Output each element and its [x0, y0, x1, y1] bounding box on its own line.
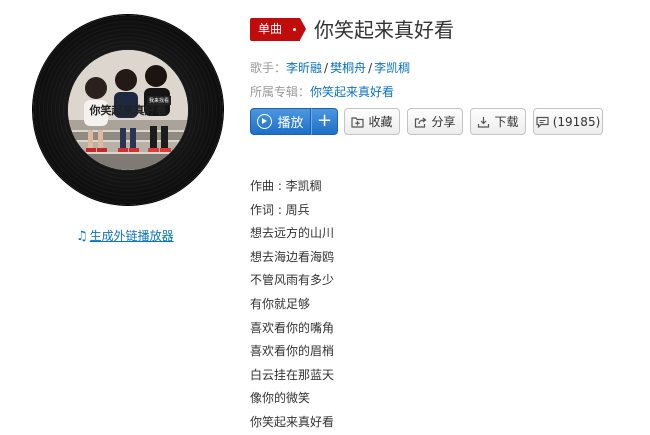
download-label: 下载	[494, 115, 519, 129]
add-to-playlist-button[interactable]: +	[311, 108, 338, 135]
comment-button[interactable]: (19185)	[533, 108, 603, 135]
player-link-label: 生成外链播放器	[89, 229, 174, 243]
lyric-line: 想去海边看海鸥	[250, 249, 335, 264]
cover-title: 你笑起来真好看	[89, 104, 167, 117]
collect-button[interactable]: 收藏	[344, 108, 400, 135]
badge-dot	[293, 28, 296, 31]
lyric-line: 喜欢看你的眉梢	[250, 344, 335, 359]
lyric-line: 有你就足够	[250, 296, 311, 311]
play-label: 播放	[277, 116, 304, 131]
music-note-icon: ♫	[76, 229, 88, 244]
comment-icon	[536, 116, 549, 128]
album-row: 所属专辑：你笑起来真好看	[250, 83, 394, 100]
download-button[interactable]: 下载	[470, 108, 526, 135]
share-icon	[415, 117, 427, 128]
single-badge: 单曲	[250, 18, 306, 41]
collect-label: 收藏	[368, 115, 393, 129]
singer-link-3[interactable]: 李凯稠	[374, 61, 410, 75]
generate-player-link[interactable]: ♫ 生成外链播放器	[76, 227, 174, 244]
singer-label: 歌手：	[250, 61, 287, 75]
comment-count: (19185)	[552, 114, 601, 129]
lyric-line: 作词 : 周兵	[250, 202, 310, 217]
lyric-line: 想去远方的山川	[250, 226, 335, 241]
lyrics-list: 作曲 : 李凯稠 作词 : 周兵 想去远方的山川 想去海边看海鸥 不管风雨有多少…	[250, 175, 334, 435]
share-label: 分享	[431, 115, 456, 129]
play-icon	[257, 114, 273, 129]
single-badge-label: 单曲	[258, 22, 283, 36]
singer-link-1[interactable]: 李昕融	[286, 61, 322, 75]
lyric-line: 像你的微笑	[250, 391, 311, 406]
singer-separator: /	[324, 61, 329, 75]
album-cover: 我来找看 你笑起来真好看	[68, 50, 188, 170]
singer-link-2[interactable]: 樊桐舟	[330, 61, 366, 75]
play-button[interactable]: 播放	[250, 108, 311, 135]
lyric-line: 你笑起来真好看	[250, 414, 335, 429]
album-label: 所属专辑：	[250, 85, 311, 99]
singer-row: 歌手：李昕融 / 樊桐舟 / 李凯稠	[250, 59, 410, 76]
share-button[interactable]: 分享	[407, 108, 463, 135]
singer-separator: /	[368, 61, 373, 75]
lyric-line: 作曲 : 李凯稠	[250, 179, 322, 193]
lyric-line: 白云挂在那蓝天	[250, 367, 335, 382]
lyric-line: 不管风雨有多少	[250, 273, 335, 288]
song-title: 你笑起来真好看	[314, 18, 454, 42]
album-link[interactable]: 你笑起来真好看	[310, 85, 394, 99]
collect-folder-icon	[351, 116, 365, 128]
download-icon	[478, 116, 490, 128]
lyric-line: 喜欢看你的嘴角	[250, 320, 335, 335]
